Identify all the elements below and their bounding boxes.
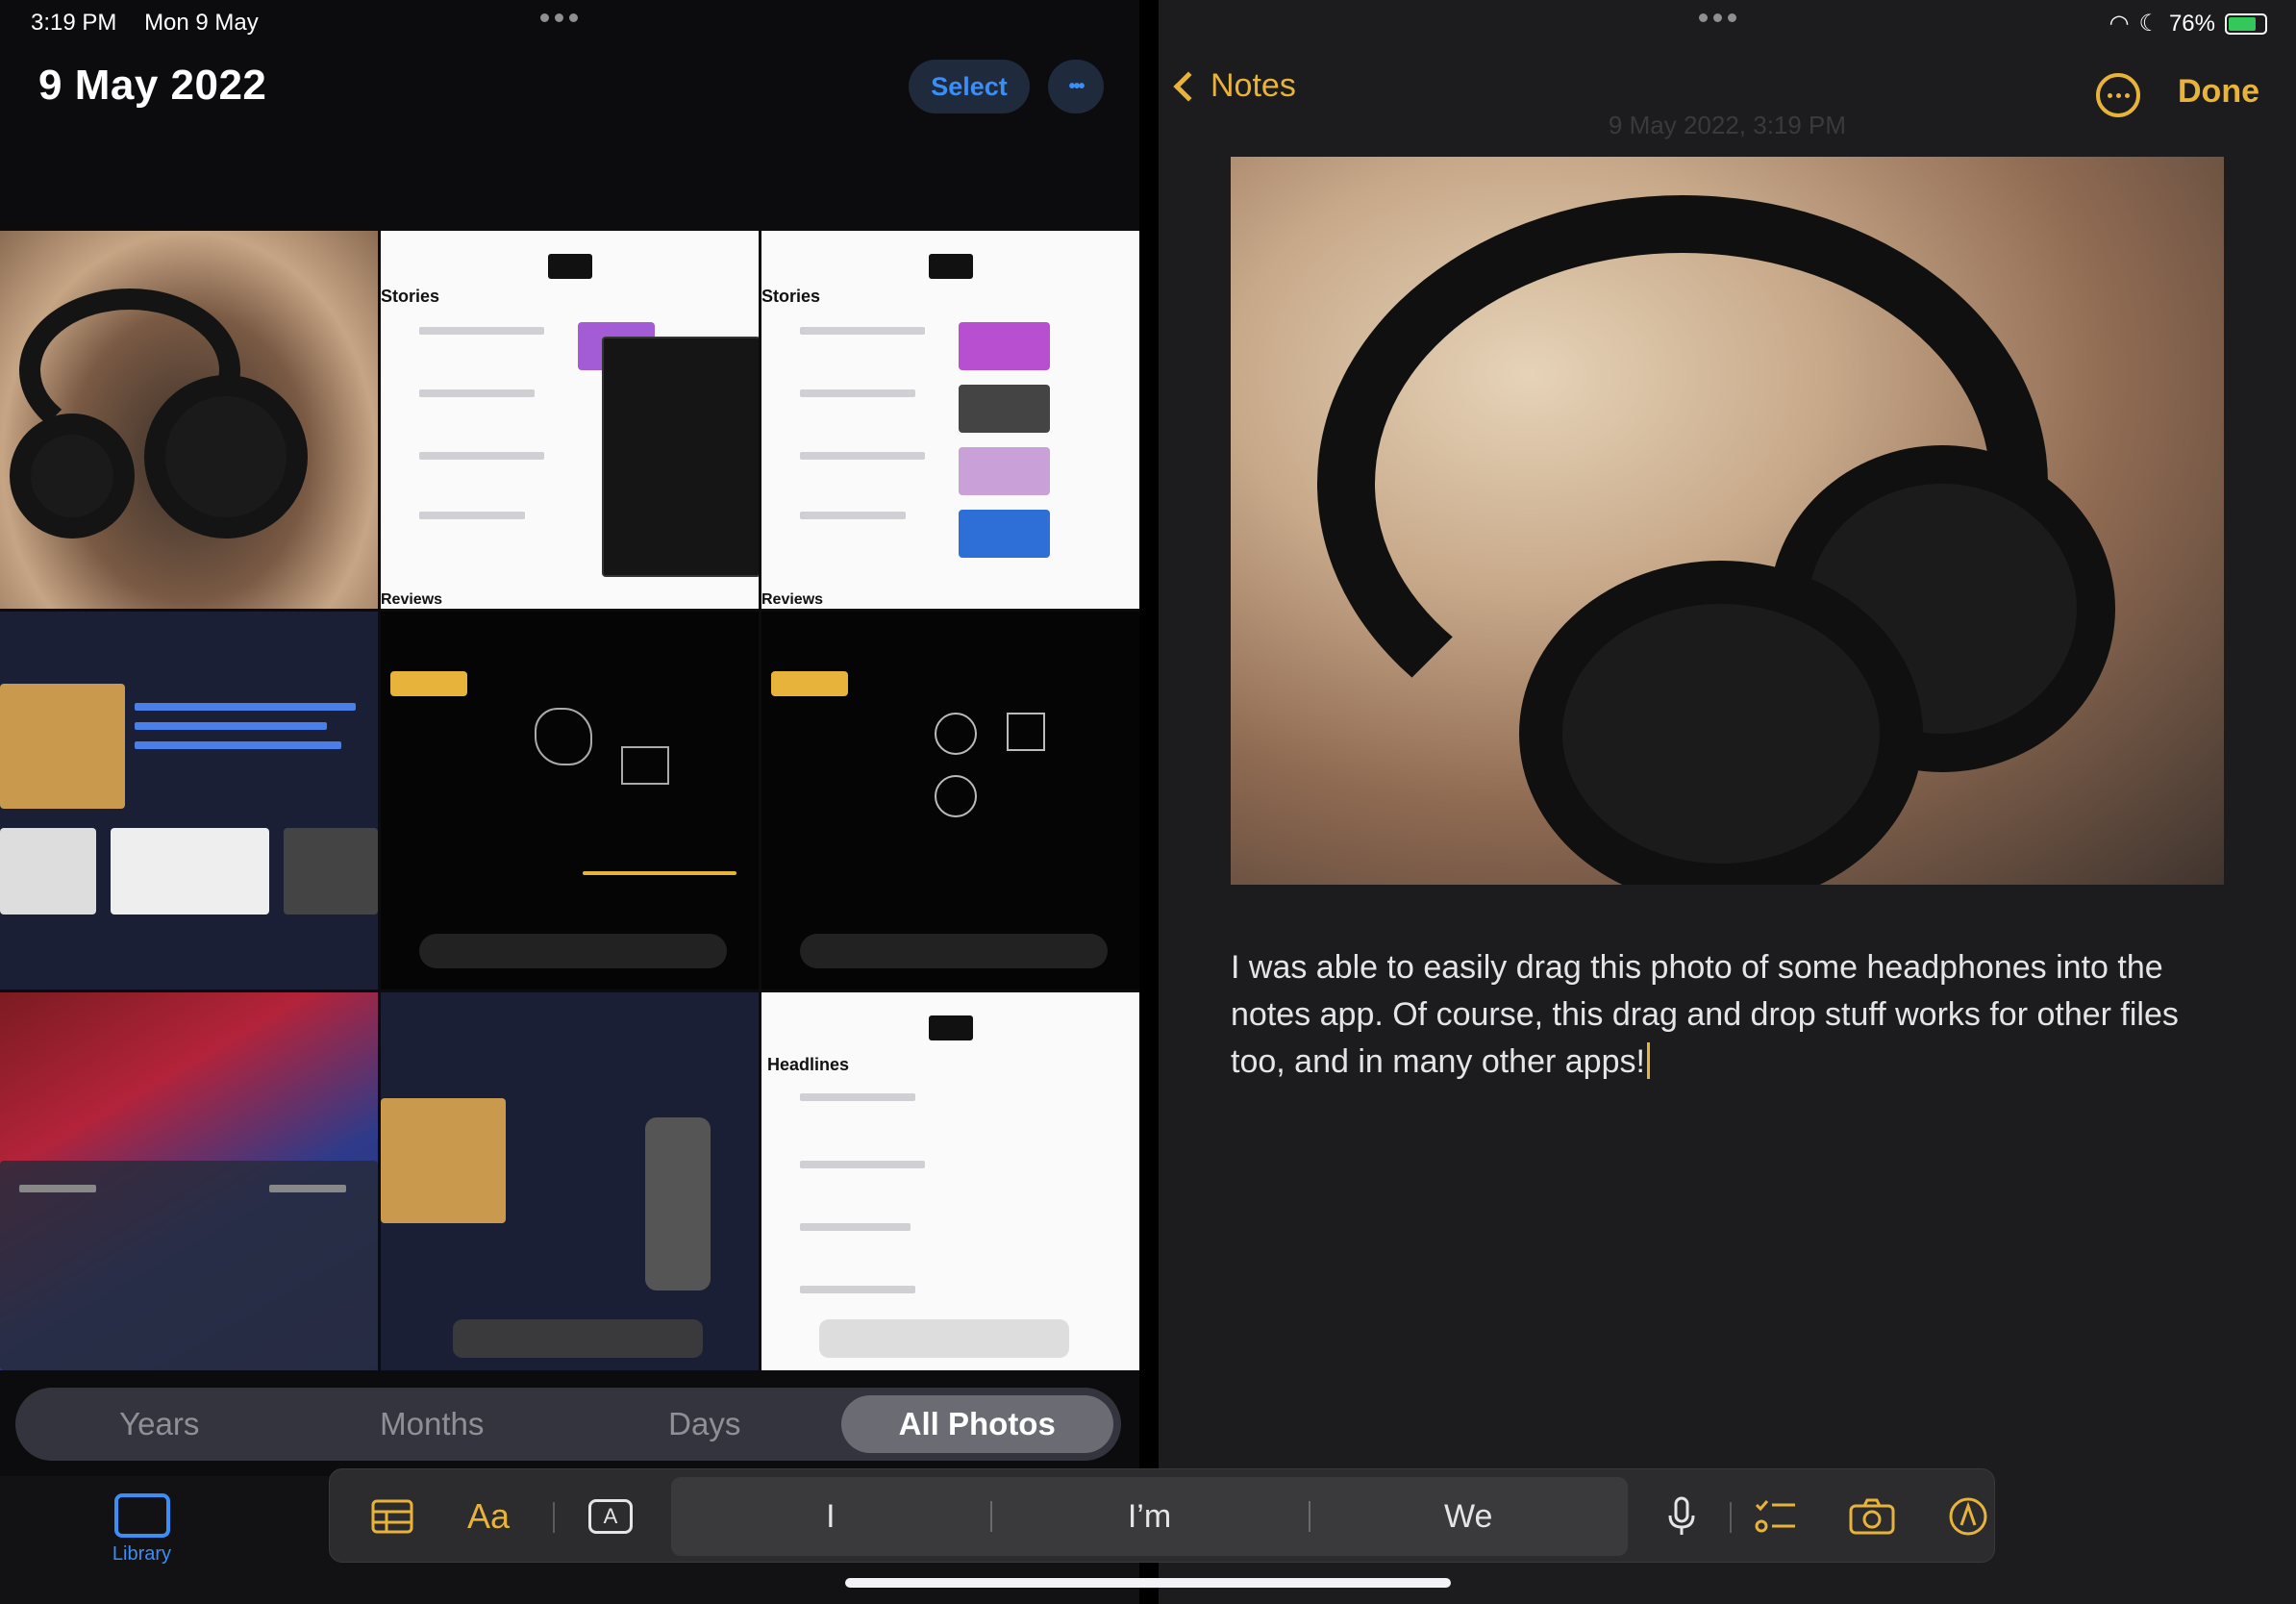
status-bar-left: 3:19 PM Mon 9 May bbox=[31, 10, 280, 37]
photo-thumbnail-headlines[interactable]: Headlines bbox=[761, 992, 1139, 1370]
split-view-divider[interactable] bbox=[1139, 0, 1159, 1604]
keyboard-shortcut-bar: Aa A I I’m We bbox=[329, 1468, 1995, 1563]
status-date: Mon 9 May bbox=[144, 10, 259, 36]
photo-library-icon bbox=[113, 1493, 170, 1538]
photo-grid: Stories Reviews Stories Reviews Headline… bbox=[0, 231, 1139, 1370]
status-bar-right: ◠ ☾ 76% bbox=[2109, 10, 2267, 38]
photo-thumbnail-headphones[interactable] bbox=[0, 231, 378, 609]
text-cursor bbox=[1646, 1042, 1650, 1079]
chevron-left-icon bbox=[1173, 70, 1204, 102]
text-box-label: A bbox=[588, 1499, 633, 1534]
note-body-text: I was able to easily drag this photo of … bbox=[1231, 949, 2179, 1080]
photo-thumbnail-huawei-article[interactable] bbox=[0, 612, 378, 990]
ellipsis-icon: ••• bbox=[1068, 75, 1085, 97]
page-title: 9 May 2022 bbox=[38, 62, 267, 109]
photo-thumbnail-stories[interactable]: Stories Reviews bbox=[761, 231, 1139, 609]
photo-thumbnail-home-screen[interactable] bbox=[0, 992, 378, 1370]
thumbnail-subheading: Reviews bbox=[761, 591, 824, 608]
back-to-notes-button[interactable]: Notes bbox=[1173, 67, 1296, 105]
battery-percent: 76% bbox=[2168, 10, 2215, 37]
prediction-suggestion[interactable]: We bbox=[1309, 1477, 1628, 1556]
multitask-handle[interactable] bbox=[1699, 13, 1736, 22]
moon-icon: ☾ bbox=[2138, 11, 2159, 37]
photo-thumbnail-drawing-sketch[interactable] bbox=[381, 612, 759, 990]
table-icon[interactable] bbox=[363, 1492, 421, 1541]
photos-app-pane: 3:19 PM Mon 9 May 9 May 2022 Select ••• … bbox=[0, 0, 1139, 1604]
prediction-suggestion[interactable]: I’m bbox=[989, 1477, 1310, 1556]
photo-thumbnail-drawing-shapes[interactable] bbox=[761, 612, 1139, 990]
notes-app-pane: ◠ ☾ 76% Notes Done 9 May 2022, 3:19 PM I… bbox=[1159, 0, 2296, 1604]
microphone-icon[interactable] bbox=[1653, 1492, 1710, 1541]
status-time: 3:19 PM bbox=[31, 10, 117, 36]
thumbnail-heading: Stories bbox=[761, 287, 821, 306]
thumbnail-subheading: Reviews bbox=[381, 591, 443, 608]
tab-days[interactable]: Days bbox=[568, 1395, 841, 1453]
select-button[interactable]: Select bbox=[909, 60, 1030, 113]
thumbnail-heading: Stories bbox=[381, 287, 440, 306]
tab-months[interactable]: Months bbox=[296, 1395, 569, 1453]
back-label: Notes bbox=[1210, 67, 1296, 104]
done-button[interactable]: Done bbox=[2178, 73, 2259, 111]
prediction-suggestion[interactable]: I bbox=[671, 1477, 990, 1556]
note-body[interactable]: I was able to easily drag this photo of … bbox=[1231, 944, 2224, 1086]
predictive-text-bar: I I’m We bbox=[671, 1477, 1628, 1556]
tab-all-photos[interactable]: All Photos bbox=[840, 1395, 1113, 1453]
note-attached-photo[interactable] bbox=[1231, 157, 2224, 885]
photo-thumbnail-stories-quicknote[interactable]: Stories Reviews bbox=[381, 231, 759, 609]
multitask-handle[interactable] bbox=[540, 13, 578, 22]
tab-years[interactable]: Years bbox=[23, 1395, 296, 1453]
photo-thumbnail-safari-drag[interactable] bbox=[381, 992, 759, 1370]
camera-icon[interactable] bbox=[1843, 1492, 1901, 1541]
tab-library[interactable]: Library bbox=[106, 1493, 178, 1566]
markup-icon[interactable] bbox=[1939, 1492, 1997, 1541]
text-box-icon[interactable]: A bbox=[582, 1492, 639, 1541]
home-indicator[interactable] bbox=[845, 1578, 1451, 1588]
wifi-icon: ◠ bbox=[2109, 11, 2130, 37]
tab-library-label: Library bbox=[112, 1543, 172, 1565]
text-format-icon[interactable]: Aa bbox=[460, 1492, 517, 1541]
more-options-button[interactable]: ••• bbox=[1048, 60, 1104, 113]
thumbnail-heading: Headlines bbox=[767, 1055, 850, 1074]
note-date-stamp: 9 May 2022, 3:19 PM bbox=[1608, 111, 1847, 139]
battery-icon bbox=[2225, 13, 2267, 35]
view-segmented-control: Years Months Days All Photos bbox=[15, 1388, 1121, 1461]
checklist-icon[interactable] bbox=[1747, 1492, 1805, 1541]
